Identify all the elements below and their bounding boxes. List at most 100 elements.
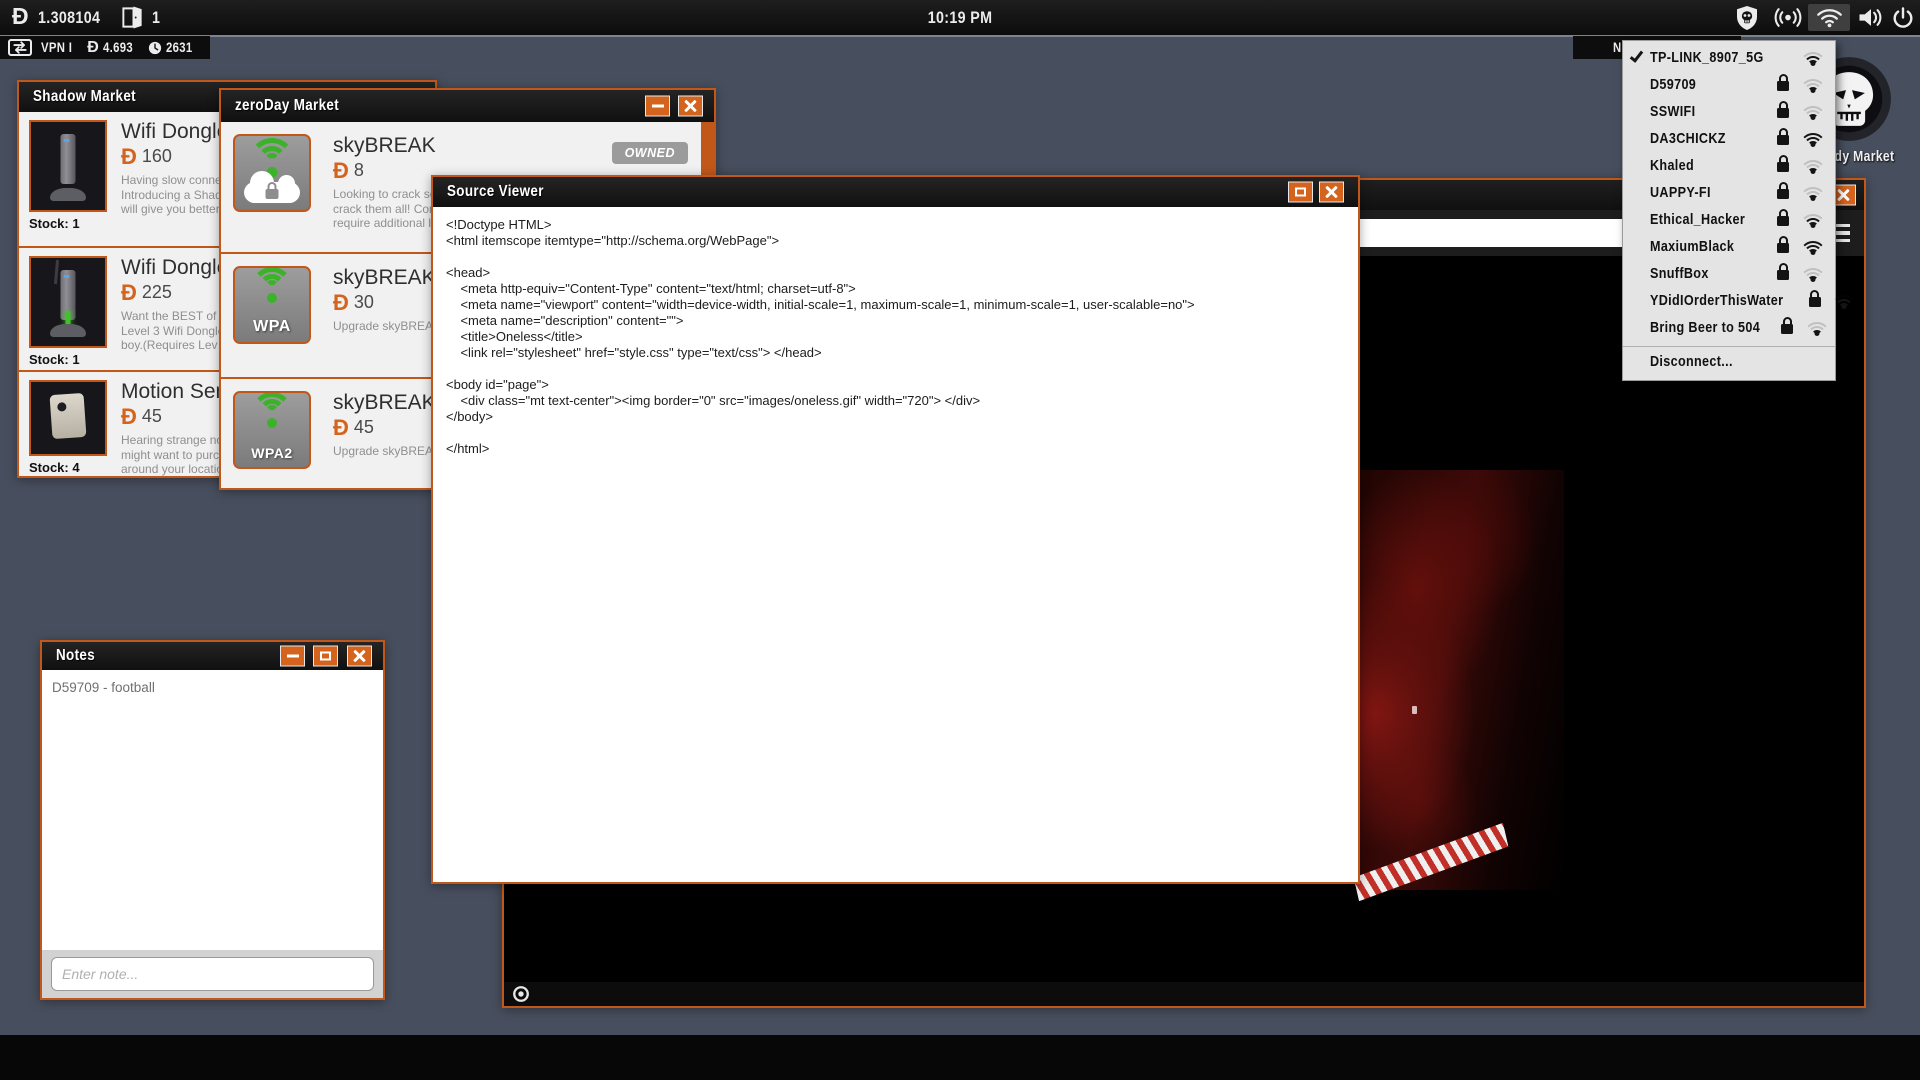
- lock-icon: [1777, 181, 1789, 199]
- wifi-network-item[interactable]: TP-LINK_8907_5G: [1623, 44, 1835, 71]
- wifi-signal-icon: [1799, 75, 1826, 94]
- wifi-network-item[interactable]: Khaled: [1623, 152, 1835, 179]
- product-image-wifi-dongle: [29, 256, 107, 348]
- lock-icon: [1777, 73, 1789, 91]
- wifi-network-item[interactable]: MaxiumBlack: [1623, 233, 1835, 260]
- stock-label: Stock: 1: [29, 352, 80, 367]
- wifi-ssid: Bring Beer to 504: [1650, 319, 1761, 336]
- source-viewer-window: Source Viewer <!Doctype HTML> <html item…: [431, 175, 1360, 884]
- power-icon[interactable]: [1890, 4, 1916, 31]
- note-input[interactable]: [51, 957, 374, 991]
- system-clock: 10:19 PM: [927, 8, 993, 27]
- source-code-text: <!Doctype HTML> <html itemscope itemtype…: [446, 217, 1195, 456]
- source-viewer-titlebar[interactable]: Source Viewer: [433, 177, 1358, 207]
- notes-window: Notes D59709 - football: [40, 640, 385, 1000]
- disconnect-label: Disconnect...: [1650, 353, 1733, 370]
- wifi-ssid: Khaled: [1650, 157, 1695, 174]
- close-icon[interactable]: [347, 645, 372, 667]
- close-icon[interactable]: [1319, 181, 1344, 203]
- maximize-icon[interactable]: [313, 645, 338, 667]
- wifi-network-item[interactable]: Ethical_Hacker: [1623, 206, 1835, 233]
- item-name: skyBREAK: [333, 134, 436, 157]
- close-icon[interactable]: [678, 95, 703, 117]
- loading-ring-icon[interactable]: [512, 985, 530, 1006]
- wifi-signal-icon: [1799, 102, 1826, 121]
- top-status-bar: Ð 1.308104 1 10:19 PM: [0, 0, 1920, 35]
- zeroday-market-titlebar[interactable]: zeroDay Market: [221, 90, 714, 122]
- window-title: zeroDay Market: [235, 97, 340, 114]
- wifi-network-item[interactable]: DA3CHICKZ: [1623, 125, 1835, 152]
- wifi-tray-icon[interactable]: [1808, 4, 1850, 31]
- wifi-ssid: Ethical_Hacker: [1650, 211, 1746, 228]
- wifi-network-item[interactable]: YDidIOrderThisWater: [1623, 287, 1858, 314]
- browser-statusbar: [504, 982, 1864, 1006]
- lock-icon: [1777, 154, 1789, 172]
- owned-badge: OWNED: [611, 142, 688, 164]
- wifi-signal-icon: [1799, 129, 1826, 148]
- window-title: Shadow Market: [33, 88, 136, 105]
- minimize-icon[interactable]: [645, 95, 670, 117]
- wifi-network-item[interactable]: UAPPY-FI: [1623, 179, 1835, 206]
- window-title: Notes: [56, 647, 96, 664]
- wifi-signal-icon: [1830, 291, 1858, 310]
- artwork-highlight: [1412, 706, 1417, 714]
- clock-icon: [148, 41, 162, 55]
- wpa-wifi-icon: WPA: [233, 266, 311, 344]
- currency-icon: Ð: [333, 157, 349, 183]
- wifi-disconnect-item[interactable]: Disconnect...: [1623, 346, 1835, 376]
- currency-icon: Ð: [87, 38, 99, 56]
- wifi-signal-icon: [1799, 210, 1826, 229]
- note-text: D59709 - football: [42, 670, 383, 950]
- lock-icon: [1808, 289, 1821, 307]
- wifi-network-item[interactable]: Bring Beer to 504: [1623, 314, 1835, 341]
- wifi-network-item[interactable]: D59709: [1623, 71, 1835, 98]
- webpage-image: [1360, 470, 1564, 890]
- broadcast-icon[interactable]: [1770, 4, 1806, 31]
- minimize-icon[interactable]: [280, 645, 305, 667]
- wifi-ssid: SSWIFI: [1650, 103, 1696, 120]
- icon-label: WPA: [253, 318, 291, 335]
- maximize-icon[interactable]: [1288, 181, 1313, 203]
- item-price: 45: [353, 417, 374, 437]
- wifi-ssid: UAPPY-FI: [1650, 184, 1711, 201]
- currency-icon: Ð: [121, 279, 137, 305]
- lock-icon: [1781, 316, 1794, 334]
- lock-icon: [1777, 100, 1789, 118]
- wifi-signal-icon: [1803, 318, 1831, 337]
- striped-artwork: [1349, 823, 1513, 901]
- icon-label: WPA2: [251, 445, 293, 461]
- currency-icon: Ð: [333, 414, 349, 440]
- taskbar-status-group[interactable]: VPN I Ð 4.693 2631: [0, 36, 210, 59]
- check-icon: [1629, 48, 1644, 63]
- wallet-amount: 4.693: [102, 40, 133, 55]
- item-price: 160: [141, 146, 172, 166]
- wifi-signal-icon: [1799, 156, 1826, 175]
- lock-icon: [1777, 235, 1789, 253]
- bitcoin-balance: 1.308104: [38, 8, 101, 27]
- item-price: 45: [141, 406, 162, 426]
- note-input-bar: [42, 950, 383, 998]
- lock-icon: [1777, 208, 1789, 226]
- wifi-ssid: TP-LINK_8907_5G: [1650, 49, 1764, 66]
- timer-value: 2631: [165, 40, 193, 55]
- wifi-ssid: SnuffBox: [1650, 265, 1709, 282]
- wifi-network-item[interactable]: SSWIFI: [1623, 98, 1835, 125]
- vpn-label: VPN I: [41, 40, 73, 55]
- currency-icon: Ð: [121, 143, 137, 169]
- wifi-network-item[interactable]: SnuffBox: [1623, 260, 1835, 287]
- item-price: 30: [353, 292, 374, 312]
- vpn-icon: [8, 39, 32, 56]
- item-price: 225: [141, 282, 172, 302]
- notes-titlebar[interactable]: Notes: [42, 642, 383, 670]
- currency-icon: Ð: [333, 289, 349, 315]
- door-icon: [120, 5, 145, 35]
- volume-icon[interactable]: [1854, 4, 1888, 31]
- currency-icon: Ð: [121, 403, 137, 429]
- wifi-ssid: DA3CHICKZ: [1650, 130, 1726, 147]
- lock-icon: [1777, 262, 1789, 280]
- antivirus-skull-shield-icon[interactable]: [1732, 4, 1762, 31]
- lock-icon: [1777, 127, 1789, 145]
- wifi-signal-icon: [1799, 237, 1826, 256]
- wifi-ssid: MaxiumBlack: [1650, 238, 1735, 255]
- wifi-signal-icon: [1799, 183, 1826, 202]
